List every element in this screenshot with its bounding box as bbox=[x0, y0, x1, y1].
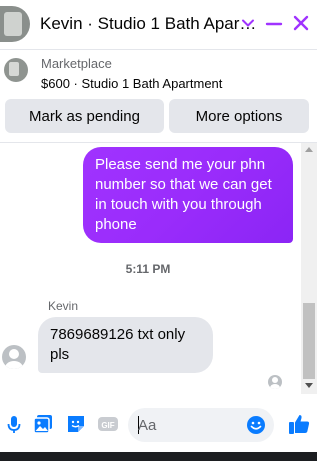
scroll-down-arrow-icon[interactable] bbox=[305, 383, 313, 388]
listing-source-label: Marketplace bbox=[41, 56, 112, 71]
outgoing-message[interactable]: Please send me your phn number so that w… bbox=[83, 147, 293, 243]
photo-icon[interactable] bbox=[32, 413, 54, 435]
message-input-container[interactable] bbox=[128, 408, 274, 442]
mark-as-pending-button[interactable]: Mark as pending bbox=[5, 99, 164, 133]
sender-avatar[interactable] bbox=[2, 345, 26, 369]
sender-name: Kevin bbox=[48, 299, 79, 313]
svg-text:GIF: GIF bbox=[101, 421, 114, 430]
gif-icon[interactable]: GIF bbox=[97, 413, 119, 435]
message-timestamp: 5:11 PM bbox=[125, 262, 171, 276]
listing-avatar[interactable] bbox=[0, 6, 30, 42]
taskbar-strip bbox=[0, 452, 317, 461]
listing-title: $600 · Studio 1 Bath Apartment bbox=[41, 76, 223, 91]
emoji-icon[interactable] bbox=[246, 415, 266, 435]
sticker-icon[interactable] bbox=[65, 413, 87, 435]
marketplace-listing[interactable]: Marketplace $600 · Studio 1 Bath Apartme… bbox=[0, 52, 317, 96]
close-icon[interactable] bbox=[292, 14, 310, 32]
chevron-down-icon[interactable] bbox=[240, 15, 256, 31]
incoming-message[interactable]: 7869689126 txt only pls bbox=[38, 317, 213, 373]
chat-window: Kevin · Studio 1 Bath Apart... Marketpla… bbox=[0, 0, 317, 461]
listing-thumbnail bbox=[4, 58, 28, 82]
more-options-button[interactable]: More options bbox=[169, 99, 309, 133]
message-list: Please send me your phn number so that w… bbox=[0, 143, 300, 393]
message-composer: GIF bbox=[0, 400, 317, 450]
seen-indicator-avatar bbox=[268, 375, 282, 389]
message-input[interactable] bbox=[138, 408, 243, 442]
thumbs-up-icon[interactable] bbox=[287, 412, 311, 436]
scrollbar-thumb[interactable] bbox=[303, 303, 315, 379]
microphone-icon[interactable] bbox=[3, 413, 25, 435]
scroll-up-arrow-icon[interactable] bbox=[305, 147, 313, 152]
minimize-icon[interactable] bbox=[265, 15, 283, 33]
chat-title[interactable]: Kevin · Studio 1 Bath Apart... bbox=[40, 14, 258, 34]
chat-header[interactable]: Kevin · Studio 1 Bath Apart... bbox=[0, 0, 317, 50]
message-scrollbar[interactable] bbox=[301, 143, 317, 394]
